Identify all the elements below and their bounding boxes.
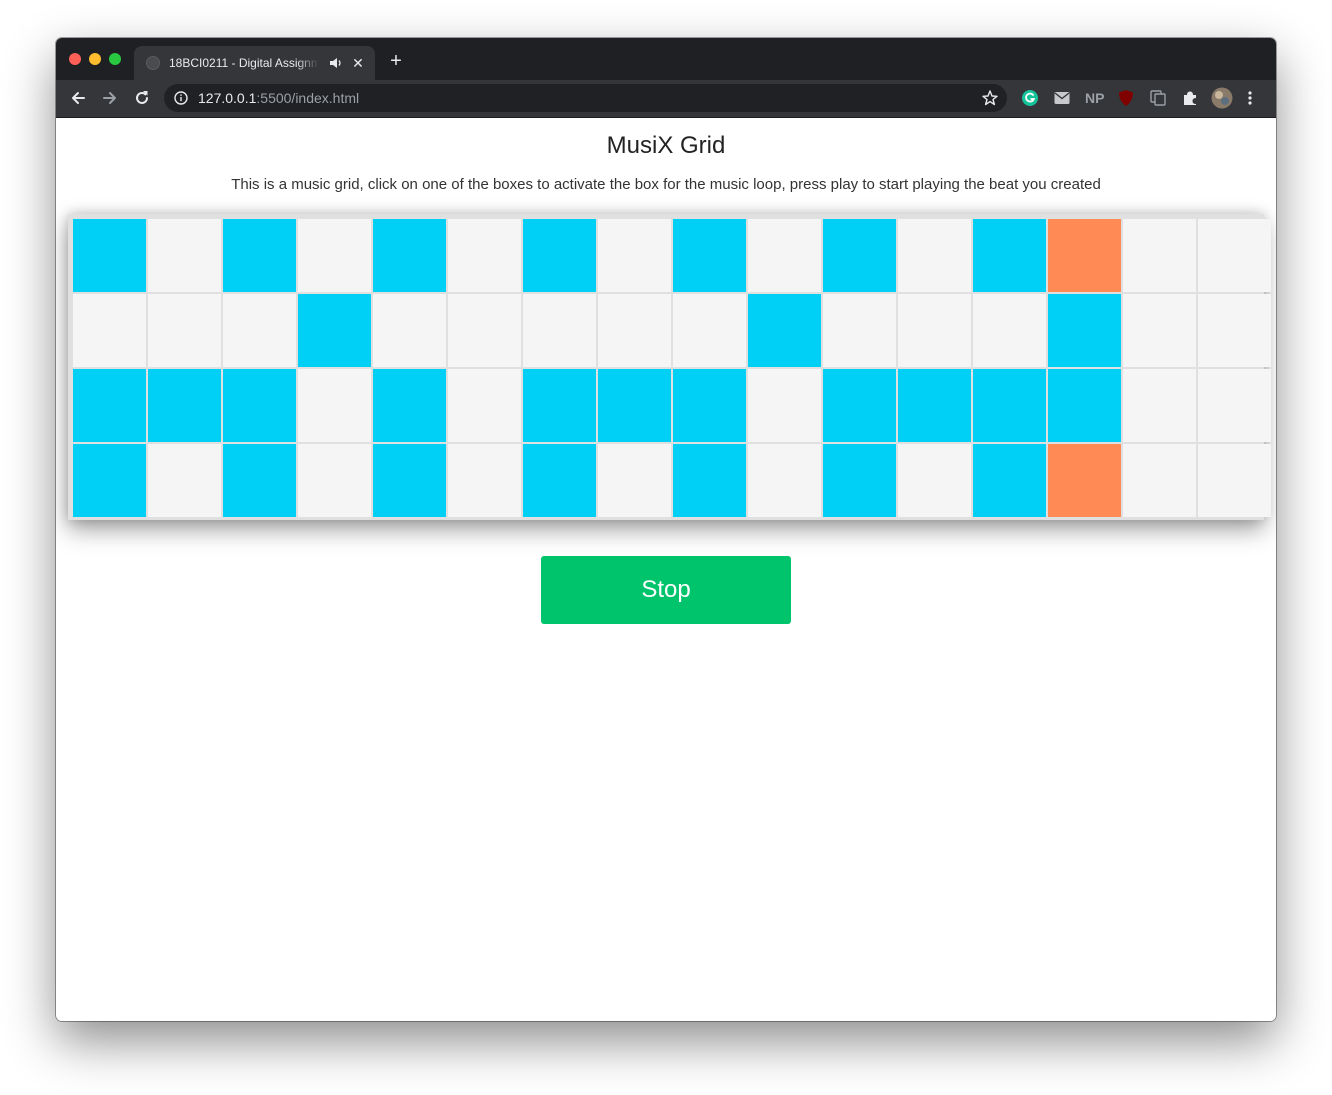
grid-cell[interactable] bbox=[373, 294, 446, 367]
grid-cell[interactable] bbox=[673, 219, 746, 292]
browser-tab[interactable]: 18BCI0211 - Digital Assignment ✕ bbox=[134, 46, 375, 80]
browser-toolbar: 127.0.0.1:5500/index.html NP bbox=[56, 80, 1276, 118]
grid-cell[interactable] bbox=[1198, 294, 1271, 367]
music-grid-container bbox=[68, 214, 1271, 520]
grid-cell[interactable] bbox=[448, 219, 521, 292]
music-grid bbox=[73, 219, 1271, 517]
puzzle-icon[interactable] bbox=[1181, 89, 1199, 107]
grid-cell[interactable] bbox=[673, 369, 746, 442]
url-path: :5500/index.html bbox=[256, 90, 360, 106]
grid-cell[interactable] bbox=[1198, 219, 1271, 292]
grid-cell[interactable] bbox=[823, 294, 896, 367]
grid-cell[interactable] bbox=[598, 369, 671, 442]
grid-cell[interactable] bbox=[1123, 219, 1196, 292]
grid-cell[interactable] bbox=[223, 444, 296, 517]
grid-cell[interactable] bbox=[148, 219, 221, 292]
avatar[interactable] bbox=[1211, 87, 1233, 109]
ublock-icon[interactable] bbox=[1117, 89, 1135, 107]
grid-cell[interactable] bbox=[748, 369, 821, 442]
grid-cell[interactable] bbox=[73, 369, 146, 442]
page-content: MusiX Grid This is a music grid, click o… bbox=[56, 118, 1276, 1021]
grid-cell[interactable] bbox=[598, 294, 671, 367]
tab-bar: 18BCI0211 - Digital Assignment ✕ + bbox=[56, 38, 1276, 80]
close-window-button[interactable] bbox=[69, 53, 81, 65]
grid-cell[interactable] bbox=[448, 294, 521, 367]
url-text[interactable]: 127.0.0.1:5500/index.html bbox=[198, 90, 359, 106]
grid-cell[interactable] bbox=[73, 444, 146, 517]
grid-cell[interactable] bbox=[823, 444, 896, 517]
grid-cell[interactable] bbox=[223, 219, 296, 292]
grid-cell[interactable] bbox=[673, 444, 746, 517]
grid-cell[interactable] bbox=[73, 219, 146, 292]
browser-window: 18BCI0211 - Digital Assignment ✕ + bbox=[56, 38, 1276, 1021]
minimize-window-button[interactable] bbox=[89, 53, 101, 65]
grid-cell[interactable] bbox=[298, 444, 371, 517]
grid-cell[interactable] bbox=[973, 294, 1046, 367]
grid-cell[interactable] bbox=[298, 219, 371, 292]
grid-cell[interactable] bbox=[73, 294, 146, 367]
grid-cell[interactable] bbox=[298, 294, 371, 367]
grid-cell[interactable] bbox=[1048, 444, 1121, 517]
grid-cell[interactable] bbox=[898, 444, 971, 517]
grid-cell[interactable] bbox=[523, 369, 596, 442]
grid-cell[interactable] bbox=[748, 444, 821, 517]
reload-icon[interactable] bbox=[132, 88, 152, 108]
grid-cell[interactable] bbox=[1123, 444, 1196, 517]
np-icon[interactable]: NP bbox=[1085, 89, 1104, 107]
grid-cell[interactable] bbox=[898, 294, 971, 367]
page-description: This is a music grid, click on one of th… bbox=[231, 176, 1101, 193]
back-arrow-icon[interactable] bbox=[68, 88, 88, 108]
info-icon[interactable] bbox=[174, 91, 188, 105]
grid-cell[interactable] bbox=[523, 219, 596, 292]
grid-cell[interactable] bbox=[598, 219, 671, 292]
address-bar[interactable]: 127.0.0.1:5500/index.html bbox=[164, 84, 1007, 112]
grid-cell[interactable] bbox=[1198, 444, 1271, 517]
close-icon[interactable]: ✕ bbox=[350, 55, 366, 71]
grid-cell[interactable] bbox=[448, 444, 521, 517]
forward-arrow-icon[interactable] bbox=[100, 88, 120, 108]
bookmark-star-icon[interactable] bbox=[981, 89, 999, 107]
grid-cell[interactable] bbox=[748, 294, 821, 367]
grid-cell[interactable] bbox=[298, 369, 371, 442]
grid-cell[interactable] bbox=[223, 294, 296, 367]
grid-cell[interactable] bbox=[898, 369, 971, 442]
grid-cell[interactable] bbox=[973, 219, 1046, 292]
grid-cell[interactable] bbox=[1123, 294, 1196, 367]
copy-icon[interactable] bbox=[1149, 89, 1167, 107]
grid-cell[interactable] bbox=[373, 219, 446, 292]
grid-cell[interactable] bbox=[1048, 219, 1121, 292]
grid-cell[interactable] bbox=[1198, 369, 1271, 442]
grid-cell[interactable] bbox=[523, 444, 596, 517]
page-title: MusiX Grid bbox=[606, 132, 726, 159]
grid-cell[interactable] bbox=[598, 444, 671, 517]
grid-cell[interactable] bbox=[523, 294, 596, 367]
grid-cell[interactable] bbox=[448, 369, 521, 442]
grid-cell[interactable] bbox=[1048, 294, 1121, 367]
grid-cell[interactable] bbox=[748, 219, 821, 292]
grid-cell[interactable] bbox=[148, 444, 221, 517]
grid-cell[interactable] bbox=[823, 219, 896, 292]
url-host: 127.0.0.1 bbox=[198, 90, 257, 106]
maximize-window-button[interactable] bbox=[109, 53, 121, 65]
grid-cell[interactable] bbox=[823, 369, 896, 442]
grammarly-icon[interactable] bbox=[1021, 89, 1039, 107]
grid-cell[interactable] bbox=[973, 444, 1046, 517]
grid-cell[interactable] bbox=[373, 444, 446, 517]
grid-cell[interactable] bbox=[373, 369, 446, 442]
grid-cell[interactable] bbox=[223, 369, 296, 442]
grid-cell[interactable] bbox=[148, 369, 221, 442]
tab-title: 18BCI0211 - Digital Assignment bbox=[169, 56, 319, 70]
speaker-icon[interactable] bbox=[329, 55, 343, 71]
grid-cell[interactable] bbox=[898, 219, 971, 292]
stop-button[interactable]: Stop bbox=[541, 556, 791, 624]
grid-cell[interactable] bbox=[148, 294, 221, 367]
globe-icon bbox=[146, 56, 160, 70]
grid-cell[interactable] bbox=[673, 294, 746, 367]
grid-cell[interactable] bbox=[1048, 369, 1121, 442]
kebab-menu-icon[interactable] bbox=[1246, 89, 1254, 107]
grid-cell[interactable] bbox=[1123, 369, 1196, 442]
grid-cell[interactable] bbox=[973, 369, 1046, 442]
mail-icon[interactable] bbox=[1053, 89, 1071, 107]
new-tab-button[interactable]: + bbox=[386, 51, 406, 72]
